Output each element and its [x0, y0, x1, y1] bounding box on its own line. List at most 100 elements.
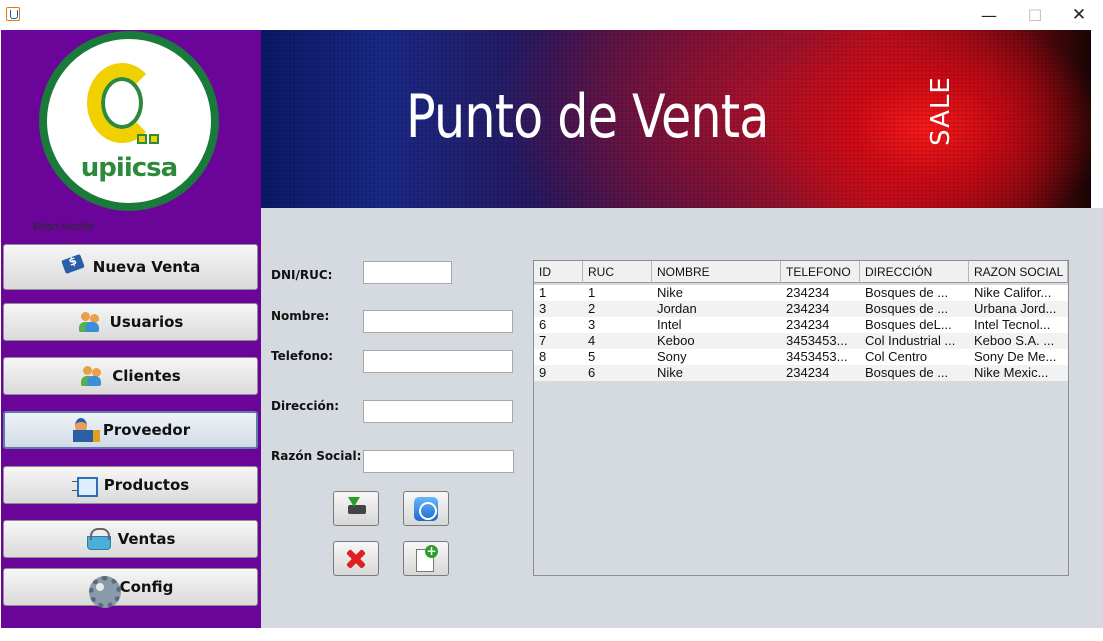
window-titlebar: — ☐ ✕ — [0, 0, 1103, 30]
gear-icon — [88, 575, 121, 608]
cell-direccion: Col Industrial ... — [865, 333, 956, 348]
nav-usuarios-button[interactable]: Usuarios — [3, 303, 258, 341]
suppliers-table[interactable]: ID RUC NOMBRE TELEFONO DIRECCIÓN RAZON S… — [533, 260, 1069, 576]
cell-ruc: 5 — [588, 349, 596, 364]
cell-direccion: Col Centro — [865, 349, 928, 364]
table-row[interactable]: 3 2 Jordan 234234 Bosques de ... Urbana Jord.… — [534, 301, 1068, 317]
col-header-razon-social[interactable]: RAZON SOCIAL — [969, 261, 1068, 283]
box-icon — [71, 473, 98, 497]
dni-input[interactable] — [363, 261, 452, 284]
update-button[interactable] — [403, 491, 449, 526]
cell-nombre: Sony — [657, 349, 687, 364]
cell-ruc: 3 — [588, 317, 596, 332]
cell-nombre: Intel — [657, 317, 682, 332]
nav-ventas-button[interactable]: Ventas — [3, 520, 258, 558]
cell-ruc: 1 — [588, 285, 596, 300]
window-edge — [1091, 30, 1103, 208]
money-hand-icon — [61, 255, 85, 279]
users-icon — [78, 310, 102, 334]
cell-nombre: Nike — [657, 365, 684, 380]
cell-id: 9 — [539, 365, 547, 380]
nav-clientes-label: Clientes — [112, 367, 181, 385]
table-row[interactable]: 7 4 Keboo 3453453... Col Industrial ... Keboo… — [534, 333, 1068, 349]
table-row[interactable]: 6 3 Intel 234234 Bosques deL... Intel Tecnol.… — [534, 317, 1068, 333]
table-row[interactable]: 8 5 Sony 3453453... Col Centro Sony De Me... — [534, 349, 1068, 365]
cell-nombre: Keboo — [657, 333, 695, 348]
cell-telefono: 234234 — [786, 301, 830, 316]
cell-telefono: 234234 — [786, 365, 830, 380]
col-header-ruc[interactable]: RUC — [583, 261, 652, 283]
user-name-label: Brian Murillo — [33, 221, 95, 233]
nav-productos-button[interactable]: Productos — [3, 466, 258, 504]
cell-id: 1 — [539, 285, 547, 300]
col-header-id[interactable]: ID — [534, 261, 583, 283]
java-app-icon — [6, 7, 20, 21]
dni-label: DNI/RUC: — [271, 268, 333, 282]
col-header-nombre[interactable]: NOMBRE — [652, 261, 781, 283]
cell-direccion: Bosques deL... — [865, 317, 952, 332]
basket-icon — [86, 527, 111, 551]
banner-title: Punto de Venta — [406, 82, 769, 152]
delete-icon — [344, 547, 368, 571]
cell-direccion: Bosques de ... — [865, 301, 949, 316]
new-button[interactable] — [403, 541, 449, 576]
cell-razon-social: Intel Tecnol... — [974, 317, 1051, 332]
telefono-input[interactable] — [363, 350, 513, 373]
cell-ruc: 2 — [588, 301, 596, 316]
cell-telefono: 234234 — [786, 317, 830, 332]
cell-telefono: 234234 — [786, 285, 830, 300]
close-button[interactable]: ✕ — [1056, 0, 1102, 30]
table-header: ID RUC NOMBRE TELEFONO DIRECCIÓN RAZON S… — [534, 261, 1068, 283]
maximize-button[interactable]: ☐ — [1012, 0, 1058, 30]
nav-nueva-venta-button[interactable]: Nueva Venta — [3, 244, 258, 290]
delete-button[interactable] — [333, 541, 379, 576]
cell-nombre: Nike — [657, 285, 684, 300]
cell-razon-social: Urbana Jord... — [974, 301, 1057, 316]
razon-social-label: Razón Social: — [271, 449, 362, 463]
cell-id: 8 — [539, 349, 547, 364]
table-row[interactable]: 1 1 Nike 234234 Bosques de ... Nike Califor.… — [534, 285, 1068, 301]
app-store-icon — [414, 496, 438, 521]
cell-nombre: Jordan — [657, 301, 697, 316]
banner-sale-text: SALE — [925, 76, 956, 146]
nav-nueva-venta-label: Nueva Venta — [92, 258, 201, 276]
nav-productos-label: Productos — [103, 476, 190, 494]
cell-id: 6 — [539, 317, 547, 332]
cell-razon-social: Sony De Me... — [974, 349, 1057, 364]
window-bottom-edge — [0, 628, 1103, 641]
supplier-icon — [71, 418, 100, 442]
header-banner: Punto de Venta SALE — [261, 30, 1091, 208]
nav-proveedor-button[interactable]: Proveedor — [3, 411, 258, 449]
cell-razon-social: Keboo S.A. ... — [974, 333, 1055, 348]
nav-config-label: Config — [119, 578, 174, 596]
new-document-icon — [414, 544, 438, 572]
cell-id: 7 — [539, 333, 547, 348]
nav-ventas-label: Ventas — [117, 530, 176, 548]
logo-text: upiicsa — [80, 153, 178, 183]
cell-telefono: 3453453... — [786, 333, 848, 348]
nav-config-button[interactable]: Config — [3, 568, 258, 608]
minimize-button[interactable]: — — [966, 0, 1012, 30]
save-button[interactable] — [333, 491, 379, 526]
nombre-input[interactable] — [363, 310, 513, 333]
clients-icon — [80, 364, 104, 388]
cell-ruc: 4 — [588, 333, 596, 348]
telefono-label: Telefono: — [271, 349, 334, 363]
save-icon — [344, 496, 368, 521]
nav-proveedor-label: Proveedor — [102, 421, 191, 439]
direccion-input[interactable] — [363, 400, 513, 423]
nav-clientes-button[interactable]: Clientes — [3, 357, 258, 395]
cell-telefono: 3453453... — [786, 349, 848, 364]
razon-social-input[interactable] — [363, 450, 514, 473]
direccion-label: Dirección: — [271, 399, 340, 413]
cell-ruc: 6 — [588, 365, 596, 380]
cell-direccion: Bosques de ... — [865, 285, 949, 300]
col-header-telefono[interactable]: TELEFONO — [781, 261, 860, 283]
cell-id: 3 — [539, 301, 547, 316]
nav-usuarios-label: Usuarios — [109, 313, 184, 331]
col-header-direccion[interactable]: DIRECCIÓN — [860, 261, 969, 283]
table-row[interactable]: 9 6 Nike 234234 Bosques de ... Nike Mexic... — [534, 365, 1068, 381]
nombre-label: Nombre: — [271, 309, 330, 323]
cell-razon-social: Nike Mexic... — [974, 365, 1049, 380]
cell-razon-social: Nike Califor... — [974, 285, 1052, 300]
